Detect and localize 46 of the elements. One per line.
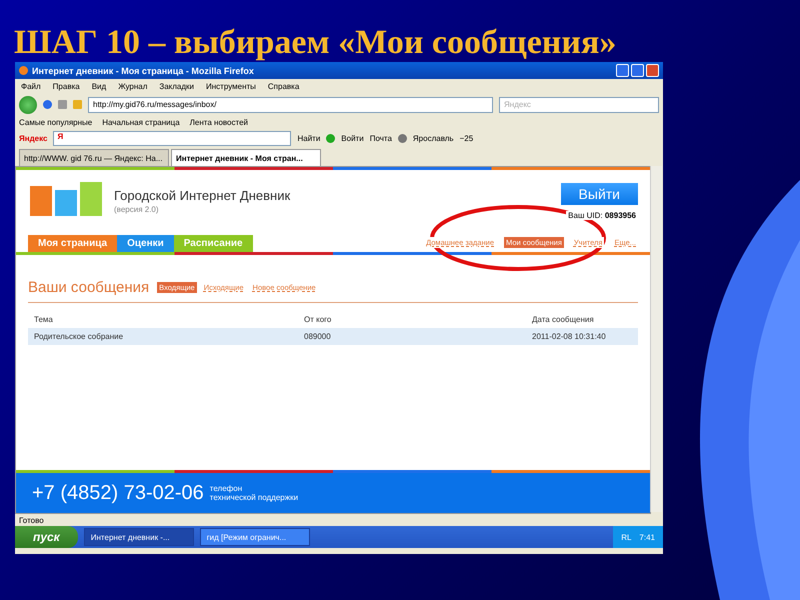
yandex-logo: Яндекс (19, 134, 48, 142)
menu-item[interactable]: Файл (21, 82, 41, 91)
bookmark-link[interactable]: Самые популярные (19, 118, 92, 126)
taskbar-button[interactable]: Интернет дневник -... (84, 528, 194, 546)
user-id: Ваш UID: 0893956 (566, 210, 638, 220)
menu-item[interactable]: Вид (92, 82, 106, 91)
bookmark-link[interactable]: Начальная страница (102, 118, 180, 126)
find-button[interactable]: Найти (297, 134, 320, 142)
temperature-label: −25 (460, 134, 474, 142)
support-phone: +7 (4852) 73-02-06 (32, 482, 204, 504)
minimize-button[interactable] (616, 64, 629, 77)
section-title: Ваши сообщения (28, 279, 150, 296)
start-button[interactable]: пуск (15, 526, 78, 548)
browser-tab[interactable]: Интернет дневник - Моя стран... (171, 149, 321, 166)
phone-caption: телефон (210, 484, 244, 493)
address-field[interactable]: http://my.gid76.ru/messages/inbox/ (88, 96, 493, 112)
status-text: Готово (19, 516, 44, 524)
column-header: Тема (33, 314, 54, 326)
column-header: От кого (303, 314, 332, 326)
menu-item[interactable]: Закладки (159, 82, 194, 91)
menu-item[interactable]: Инструменты (206, 82, 256, 91)
yandex-search-field[interactable]: Я (53, 130, 292, 146)
column-header: Дата сообщения (531, 314, 595, 326)
mail-button[interactable]: Почта (370, 134, 392, 142)
table-cell: 089000 (298, 328, 526, 345)
close-button[interactable] (646, 64, 659, 77)
window-title: Интернет дневник - Моя страница - Mozilla Firefox (32, 66, 254, 76)
taskbar-button[interactable]: гид [Режим огранич... (200, 528, 310, 546)
menu-item[interactable]: Журнал (118, 82, 148, 91)
site-name: Городской Интернет Дневник (114, 188, 290, 203)
menu-item[interactable]: Справка (268, 82, 300, 91)
table-cell: 2011-02-08 10:31:40 (526, 328, 638, 345)
menu-item[interactable]: Правка (52, 82, 80, 91)
bookmark-link[interactable]: Лента новостей (190, 118, 248, 126)
city-label: Ярославль (412, 134, 454, 142)
login-button[interactable]: Войти (341, 134, 364, 142)
clock: 7:41 (639, 532, 655, 542)
table-cell: Родительское собрание (28, 328, 298, 345)
slide-title: ШАГ 10 – выбираем «Мои сообщения» (13, 23, 618, 62)
back-button[interactable] (19, 96, 37, 114)
phone-caption: технической поддержки (210, 493, 298, 502)
site-version: (версия 2.0) (114, 205, 160, 214)
language-indicator: RL (621, 532, 632, 542)
browser-tab[interactable]: http://WWW. gid 76.ru — Яндекс: На... (19, 149, 169, 166)
logout-button[interactable]: Выйти (560, 182, 638, 204)
maximize-button[interactable] (631, 64, 644, 77)
